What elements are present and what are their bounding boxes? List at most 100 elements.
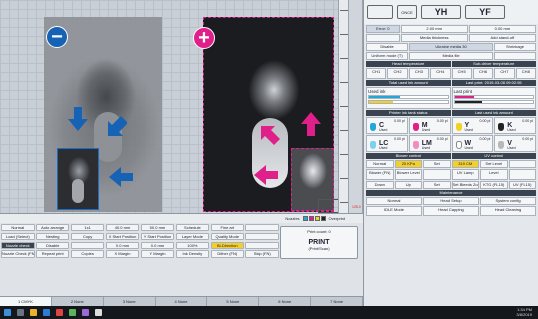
uv-lamp-button[interactable]: UV Lamp — [451, 169, 479, 180]
media-row-3: Disable Ukraine media 30 Shrinkage — [366, 43, 536, 51]
param-cell[interactable]: Ink Density — [175, 250, 210, 258]
tab-layer-2[interactable]: 2 None — [52, 297, 104, 306]
swatch-cyan[interactable] — [302, 216, 308, 221]
media-select[interactable]: Ukraine media 30 — [409, 43, 493, 51]
tab-layer-6[interactable]: 6 None — [259, 297, 312, 306]
app-icon[interactable] — [56, 309, 63, 316]
app-icon[interactable] — [95, 309, 102, 316]
param-cell[interactable]: Copies — [70, 250, 105, 258]
ink-tank[interactable]: V 0.00 pl Used — [494, 135, 536, 152]
tab-layer-4[interactable]: 4 None — [156, 297, 208, 306]
param-cell[interactable]: Skip (FN) — [245, 250, 279, 258]
param-cell[interactable]: X Start Position — [105, 232, 140, 241]
param-cell[interactable]: 100% — [175, 241, 210, 249]
set-button[interactable]: Set — [423, 181, 451, 189]
ink-tank[interactable]: K 0.00 pl Used — [494, 117, 536, 134]
folder-icon[interactable] — [30, 309, 37, 316]
param-cell[interactable] — [245, 241, 279, 249]
param-cell[interactable]: Dither (FN) — [210, 250, 245, 258]
uv-level[interactable]: Level — [480, 169, 508, 180]
uv-set-level[interactable]: Set Level — [480, 160, 508, 168]
media-thickness-value[interactable]: 2.00 mm — [400, 25, 468, 33]
head-setup-button[interactable]: Head Setup — [423, 197, 479, 205]
param-cell[interactable]: Copy — [70, 232, 105, 241]
print-layout-canvas[interactable]: − + — [0, 0, 368, 213]
layer-tabs: 1 CMYK 2 None 3 None 4 None 5 None 6 Non… — [0, 296, 364, 306]
print-button[interactable]: Print count: 0 PRINT (Print/Scan) — [280, 226, 358, 259]
ktg-button[interactable]: KTG (FL15) — [480, 181, 508, 189]
param-cell[interactable]: Fine art — [210, 224, 245, 232]
browser-icon[interactable] — [43, 309, 50, 316]
param-cell[interactable]: 0.0 mm — [140, 241, 175, 249]
ink-tank[interactable]: Y 0.00 pl Used — [451, 117, 494, 134]
app-icon[interactable] — [82, 309, 89, 316]
param-cell[interactable]: Schedule — [175, 224, 210, 232]
uniform-toggle[interactable]: Disable — [366, 43, 408, 51]
blower-level[interactable]: Blower Level — [394, 169, 422, 180]
param-cell[interactable]: Nesting — [35, 232, 70, 241]
param-cell[interactable]: Load (Select) — [1, 232, 35, 241]
param-cell[interactable]: Auto arrange — [35, 224, 70, 232]
tab-layer-7[interactable]: 7 None — [311, 297, 364, 306]
swatch-black[interactable] — [320, 216, 326, 221]
param-cell[interactable]: 40.0 mm — [105, 224, 140, 232]
system-config-button[interactable]: System config — [480, 197, 536, 205]
head-cleaning-button[interactable]: Head Cleaning — [480, 206, 536, 216]
uniform-mode-label: Uniform mode (T) — [366, 52, 408, 60]
ink-tank[interactable]: W 0.00 pl Used — [451, 135, 494, 152]
param-cell[interactable]: Repeat print — [35, 250, 70, 258]
swatch-magenta[interactable] — [308, 216, 314, 221]
param-cell[interactable]: 1x1 — [70, 224, 105, 232]
swatch-yellow[interactable] — [314, 216, 320, 221]
ink-tank[interactable]: LM 0.00 pl Used — [408, 135, 451, 152]
uv-distance[interactable]: 319 CM — [451, 160, 479, 168]
once-toggle[interactable]: ONCE — [397, 5, 417, 19]
down-button[interactable]: Down — [366, 181, 394, 189]
shrinkage-button[interactable]: Shrinkage — [494, 43, 536, 51]
blower-set[interactable]: Set — [423, 160, 451, 168]
param-cell[interactable]: Normal — [1, 224, 35, 232]
param-cell[interactable] — [70, 241, 105, 249]
ink-amount: 0.00 pl — [522, 119, 533, 123]
uv-fl15-button[interactable]: UV (FL15) — [508, 181, 536, 189]
blower-pressure[interactable]: 20 KPa — [394, 160, 422, 168]
channel-cell: CH6 — [472, 68, 494, 79]
param-cell[interactable]: Disable — [35, 241, 70, 249]
param-cell[interactable]: X Margin — [105, 250, 140, 258]
param-cell[interactable]: Y Margin — [140, 250, 175, 258]
ink-tank[interactable]: C 0.00 pl Used — [366, 117, 408, 134]
ink-tank[interactable]: LC 0.00 pl Used — [366, 135, 408, 152]
param-cell[interactable]: Bi-Direction — [210, 241, 245, 249]
blower-mode[interactable]: Normal — [366, 160, 394, 168]
param-cell[interactable]: 0.0 mm — [105, 241, 140, 249]
param-cell[interactable] — [245, 232, 279, 241]
yf-badge[interactable]: YF — [465, 5, 505, 19]
image-thumbnail-original[interactable] — [57, 148, 99, 210]
system-clock[interactable]: 1:34 PM 3/8/2019 — [516, 307, 532, 317]
tab-layer-3[interactable]: 3 None — [104, 297, 156, 306]
search-icon[interactable] — [17, 309, 24, 316]
idle-mode-button[interactable]: IDLE Mode — [366, 206, 422, 216]
param-cell[interactable]: Y Start Position — [140, 232, 175, 241]
yh-badge[interactable]: YH — [421, 5, 461, 19]
tab-layer-1[interactable]: 1 CMYK — [0, 297, 52, 306]
param-cell[interactable]: 50.0 mm — [140, 224, 175, 232]
param-cell[interactable]: Layer Mode — [175, 232, 210, 241]
param-cell[interactable]: Quality Mode — [210, 232, 245, 241]
tab-layer-5[interactable]: 5 None — [207, 297, 260, 306]
param-cell[interactable]: Nozzle Check (FN) — [1, 250, 35, 258]
bleeds-zone-button[interactable]: Set Bleeds Zone — [451, 181, 479, 189]
up-button[interactable]: Up — [394, 181, 422, 189]
scroll-strip[interactable] — [349, 0, 363, 213]
start-icon[interactable] — [4, 309, 11, 316]
standoff-value[interactable]: 0.00 mm — [468, 25, 536, 33]
app-icon[interactable] — [69, 309, 76, 316]
ink-tank[interactable]: M 0.00 pl Used — [408, 117, 451, 134]
blower-button[interactable]: Blower (FN) — [366, 169, 394, 180]
head-capping-button[interactable]: Head Capping — [423, 206, 479, 216]
param-cell[interactable]: Nozzle check — [1, 241, 35, 249]
color-swatches[interactable] — [302, 216, 326, 221]
ink-amount: 0.00 pl — [522, 137, 533, 141]
param-cell[interactable] — [245, 224, 279, 232]
maint-normal[interactable]: Normal — [366, 197, 422, 205]
